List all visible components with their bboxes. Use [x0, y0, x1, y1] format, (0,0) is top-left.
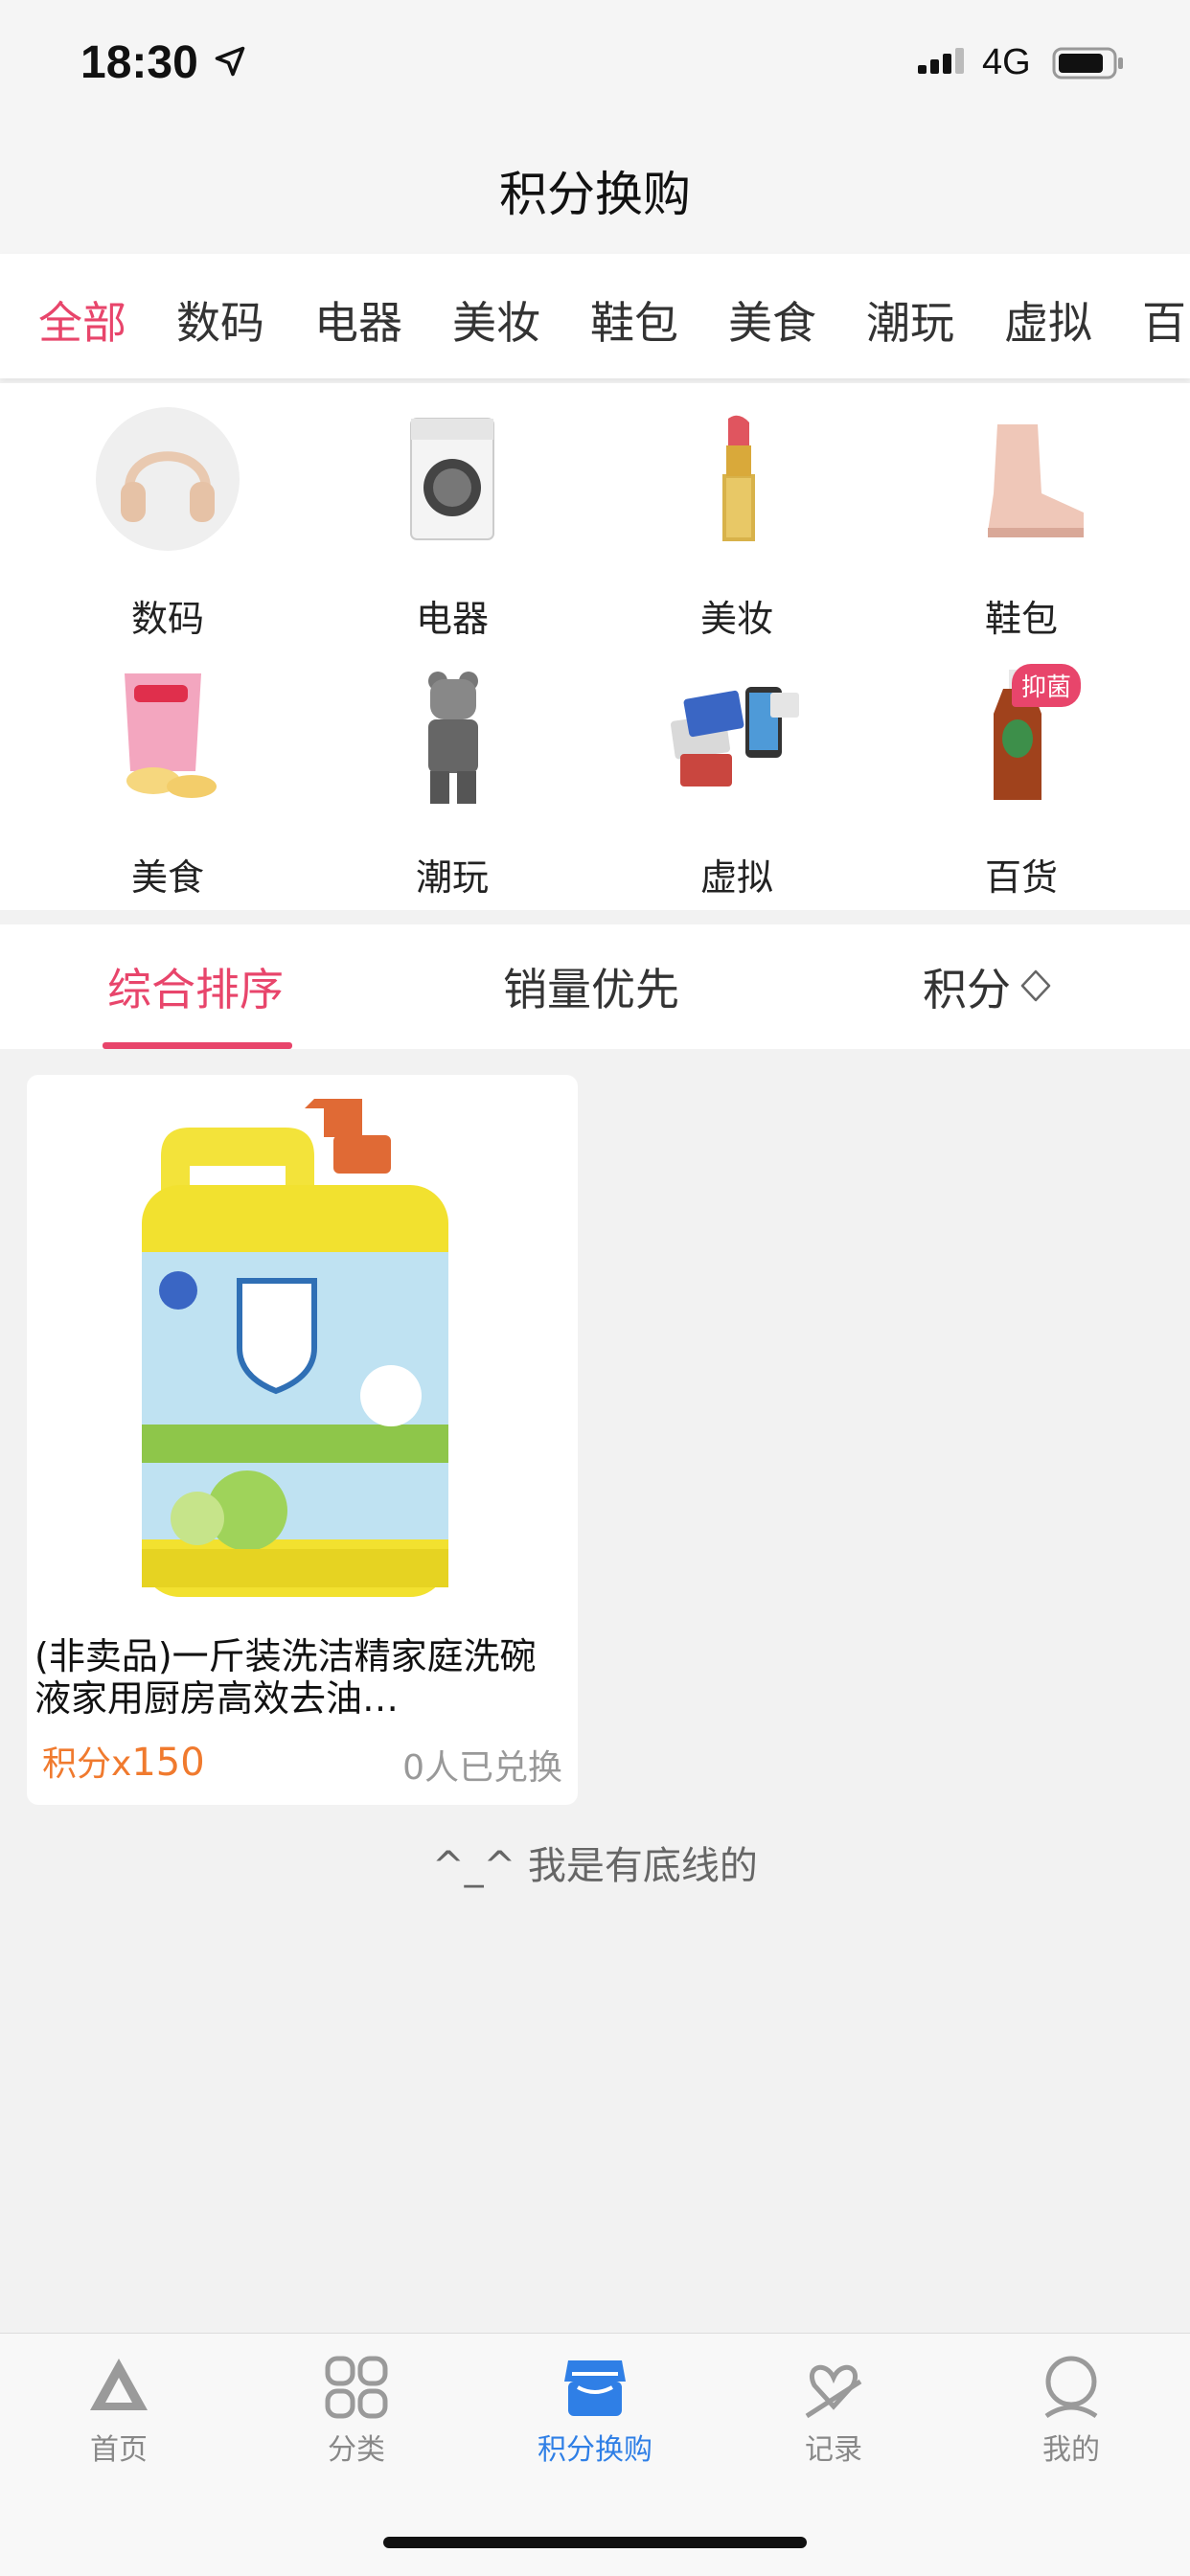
points-shop-icon	[564, 2360, 626, 2416]
tab-label: 积分换购	[538, 2433, 652, 2467]
grid-item-beauty[interactable]: 美妆	[622, 398, 852, 640]
grid-item-digital[interactable]: 数码	[53, 398, 283, 640]
sort-comprehensive[interactable]: 综合排序	[107, 955, 284, 1018]
grid-label: 鞋包	[984, 598, 1058, 640]
category-grid-icon	[325, 2356, 388, 2419]
grid-item-virtual[interactable]: 虚拟	[622, 656, 852, 899]
status-bar: 18:30 4G	[0, 0, 1190, 129]
product-image	[142, 1099, 448, 1597]
location-arrow-icon	[215, 46, 245, 77]
grid-label: 百货	[984, 856, 1058, 899]
record-icon	[805, 2364, 862, 2419]
boot-icon	[988, 424, 1084, 537]
sort-active-underline	[103, 1042, 292, 1049]
sort-toggle-icon[interactable]	[1018, 969, 1053, 1003]
tab-toys[interactable]: 潮玩	[866, 288, 954, 352]
grid-label: 数码	[130, 598, 204, 640]
sort-points[interactable]: 积分	[923, 955, 1011, 1018]
battery-icon	[1052, 47, 1123, 80]
signal-icon	[918, 48, 964, 74]
page-title: 积分换购	[499, 167, 691, 222]
headphones-icon	[96, 407, 240, 551]
product-exchanged-count: 0人已兑换	[402, 1748, 562, 1788]
home-icon	[90, 2359, 148, 2410]
grid-item-toys[interactable]: 潮玩	[337, 656, 567, 899]
tab-virtual[interactable]: 虚拟	[1004, 288, 1092, 352]
washing-machine-icon	[410, 418, 494, 540]
tab-beauty[interactable]: 美妆	[452, 288, 540, 352]
profile-icon	[1044, 2356, 1098, 2419]
tab-shoes-bags[interactable]: 鞋包	[590, 288, 678, 352]
tabbar-profile[interactable]: 我的	[995, 2353, 1148, 2468]
points-label: 积分x	[42, 1744, 132, 1784]
nav-header: 积分换购	[0, 129, 1190, 254]
grid-label: 美妆	[699, 598, 773, 640]
tabbar-record[interactable]: 记录	[757, 2353, 910, 2468]
category-grid: 数码 电器 美妆 鞋包 美食 潮玩 虚拟 抑菌 百货	[0, 383, 1190, 910]
grid-label: 电器	[415, 598, 489, 640]
tabbar-points-shop[interactable]: 积分换购	[518, 2353, 672, 2468]
tab-label: 记录	[805, 2433, 862, 2467]
points-value: 150	[131, 1741, 205, 1785]
badge-antibacterial: 抑菌	[1012, 664, 1082, 707]
tab-general[interactable]: 百	[1142, 288, 1186, 352]
chips-icon	[125, 673, 217, 798]
product-title: (非卖品)一斤装洗洁精家庭洗碗液家用厨房高效去油…	[34, 1635, 537, 1720]
grid-item-food[interactable]: 美食	[53, 656, 283, 899]
grid-item-general[interactable]: 抑菌 百货	[906, 656, 1136, 899]
tab-label: 分类	[328, 2433, 385, 2467]
cards-phone-icon	[671, 687, 799, 786]
end-of-list-text: ^_^ 我是有底线的	[432, 1844, 758, 1888]
tab-food[interactable]: 美食	[728, 288, 816, 352]
grid-label: 虚拟	[699, 856, 773, 899]
tab-all[interactable]: 全部	[38, 288, 126, 352]
tabbar-category[interactable]: 分类	[280, 2353, 433, 2468]
tab-label: 我的	[1042, 2433, 1100, 2467]
sort-bar: 综合排序 销量优先 积分	[0, 924, 1190, 1049]
category-tabs: 全部 数码 电器 美妆 鞋包 美食 潮玩 虚拟 百	[0, 254, 1190, 378]
tabbar-home[interactable]: 首页	[42, 2353, 195, 2468]
product-points: 积分x150	[42, 1736, 205, 1786]
home-indicator[interactable]	[383, 2537, 807, 2548]
grid-label: 潮玩	[415, 856, 489, 899]
tab-label: 首页	[90, 2433, 148, 2467]
grid-label: 美食	[130, 856, 204, 899]
empty-area	[0, 1930, 1190, 2333]
status-time: 18:30	[80, 37, 198, 88]
bear-figure-icon	[428, 672, 478, 804]
lipstick-icon	[722, 415, 755, 541]
tab-appliance[interactable]: 电器	[314, 288, 402, 352]
network-type: 4G	[982, 42, 1031, 82]
tab-digital[interactable]: 数码	[176, 288, 264, 352]
grid-item-appliance[interactable]: 电器	[337, 398, 567, 640]
sort-sales[interactable]: 销量优先	[503, 955, 679, 1018]
product-card[interactable]: (非卖品)一斤装洗洁精家庭洗碗液家用厨房高效去油… 积分x150 0人已兑换	[27, 1075, 578, 1805]
grid-item-shoes-bags[interactable]: 鞋包	[906, 398, 1136, 640]
